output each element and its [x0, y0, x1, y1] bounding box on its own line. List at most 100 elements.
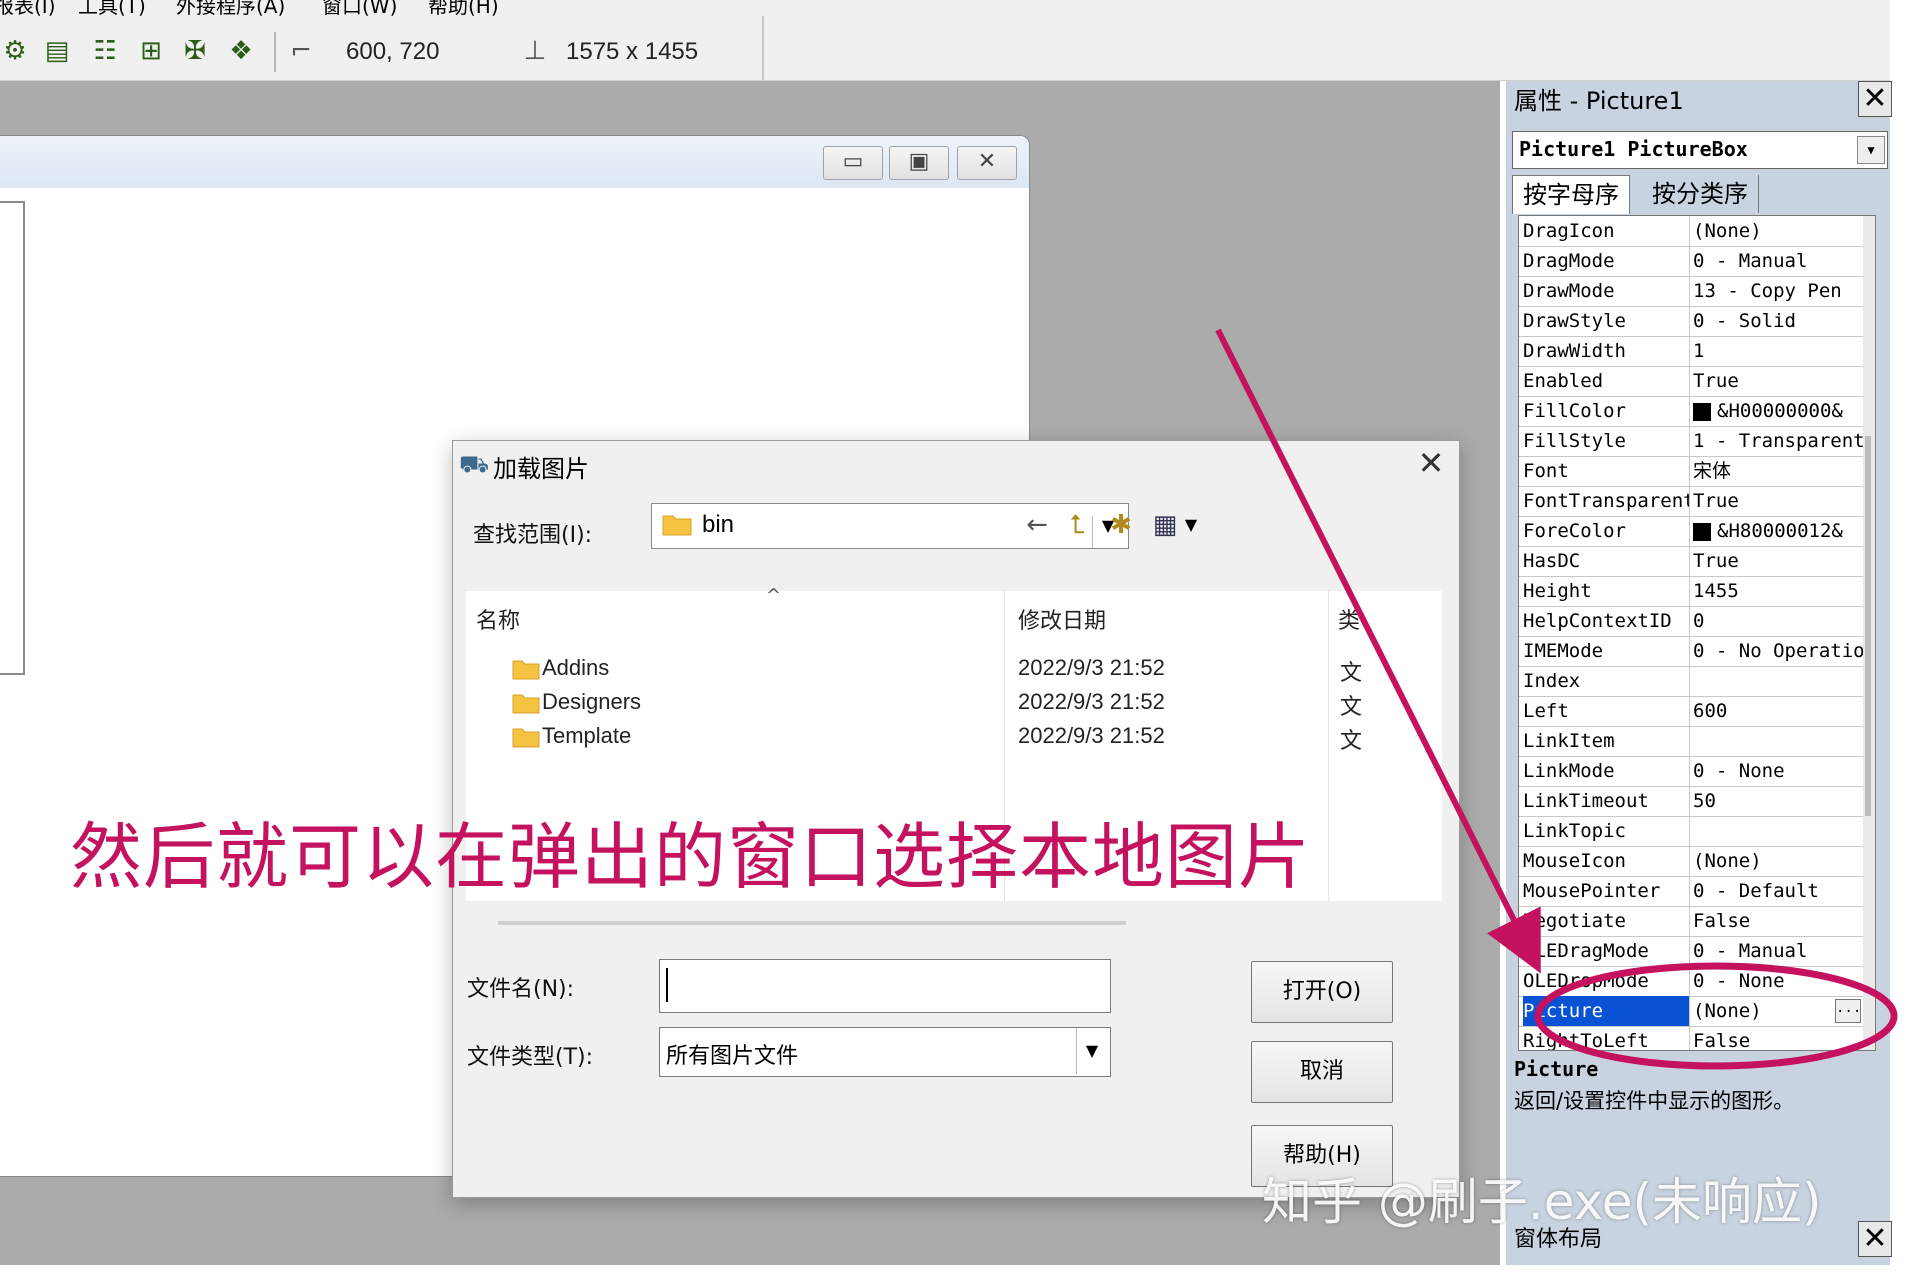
property-row[interactable]: LinkTimeout 50 — [1519, 786, 1863, 817]
property-value[interactable]: True — [1693, 366, 1863, 396]
property-row[interactable]: IMEMode 0 - No Operation — [1519, 636, 1863, 667]
property-value[interactable]: 13 - Copy Pen — [1693, 276, 1863, 306]
property-value[interactable]: &H80000012& — [1693, 516, 1863, 546]
property-row[interactable]: FillStyle 1 - Transparent — [1519, 426, 1863, 457]
property-value[interactable]: 0 — [1693, 606, 1863, 636]
property-value[interactable]: 50 — [1693, 786, 1863, 816]
ellipsis-button[interactable]: ... — [1835, 999, 1861, 1023]
menu-item-window[interactable]: 窗口(W) — [322, 0, 397, 16]
property-value[interactable] — [1693, 726, 1863, 756]
object-browser-icon[interactable]: ❖ — [226, 36, 256, 66]
filename-input[interactable] — [659, 959, 1111, 1013]
property-value[interactable]: 1 — [1693, 336, 1863, 366]
property-value[interactable]: 1 - Transparent — [1693, 426, 1863, 456]
scroll-thumb[interactable] — [1865, 436, 1871, 816]
back-arrow-icon[interactable]: ← — [1019, 507, 1055, 543]
filetype-dropdown[interactable]: 所有图片文件 ▼ — [659, 1027, 1111, 1077]
list-item[interactable]: Addins 2022/9/3 21:52 文 — [466, 653, 1442, 687]
picturebox-control[interactable] — [0, 201, 25, 675]
property-row[interactable]: Left 600 — [1519, 696, 1863, 727]
property-row[interactable]: Picture (None)... — [1519, 996, 1863, 1027]
menu-editor-icon[interactable]: ☷ — [90, 36, 120, 66]
property-value[interactable]: (None) — [1693, 216, 1863, 246]
property-row[interactable]: LinkItem — [1519, 726, 1863, 757]
tab-alphabetic[interactable]: 按字母序 — [1512, 175, 1630, 214]
object-selector[interactable]: Picture1 PictureBox ▼ — [1512, 131, 1888, 169]
property-value[interactable]: 0 - None — [1693, 756, 1863, 786]
chevron-down-icon[interactable]: ▼ — [1173, 507, 1209, 543]
tab-categorized[interactable]: 按分类序 — [1642, 175, 1759, 213]
property-row[interactable]: Enabled True — [1519, 366, 1863, 397]
property-row[interactable]: DrawMode 13 - Copy Pen — [1519, 276, 1863, 307]
form-titlebar[interactable]: ▭ ▣ ✕ — [0, 136, 1029, 188]
menu-item-addins[interactable]: 外接程序(A) — [176, 0, 285, 16]
property-value[interactable]: 0 - None — [1693, 966, 1863, 996]
property-row[interactable]: FillColor &H00000000& — [1519, 396, 1863, 427]
property-row[interactable]: ForeColor &H80000012& — [1519, 516, 1863, 547]
up-folder-icon[interactable]: ⮤ — [1059, 507, 1095, 543]
form-layout-icon[interactable]: ⊞ — [136, 36, 166, 66]
property-row[interactable]: DrawStyle 0 - Solid — [1519, 306, 1863, 337]
property-value[interactable] — [1693, 666, 1863, 696]
chevron-down-icon[interactable]: ▼ — [1857, 136, 1885, 164]
property-value[interactable]: True — [1693, 546, 1863, 576]
property-row[interactable]: OLEDragMode 0 - Manual — [1519, 936, 1863, 967]
property-value[interactable]: False — [1693, 1026, 1863, 1050]
property-value[interactable]: 0 - Default — [1693, 876, 1863, 906]
column-header-name[interactable]: 名称 — [476, 603, 520, 635]
property-value[interactable]: 0 - Manual — [1693, 936, 1863, 966]
property-row[interactable]: LinkMode 0 - None — [1519, 756, 1863, 787]
property-row[interactable]: FontTransparent True — [1519, 486, 1863, 517]
properties-close-button[interactable]: ✕ — [1858, 81, 1892, 117]
property-value[interactable]: False — [1693, 906, 1863, 936]
new-folder-icon[interactable]: ✱ — [1103, 507, 1139, 543]
vertical-scrollbar[interactable] — [1863, 216, 1875, 1050]
properties-icon[interactable]: ▤ — [42, 36, 72, 66]
list-item[interactable]: Template 2022/9/3 21:52 文 — [466, 721, 1442, 755]
property-value[interactable]: True — [1693, 486, 1863, 516]
property-row[interactable]: Negotiate False — [1519, 906, 1863, 937]
toolbox-icon[interactable]: ✠ — [180, 36, 210, 66]
property-value[interactable]: (None)... — [1693, 996, 1863, 1026]
close-button[interactable]: ✕ — [957, 146, 1017, 180]
cancel-button[interactable]: 取消 — [1251, 1041, 1393, 1103]
property-row[interactable]: DragIcon (None) — [1519, 216, 1863, 247]
property-row[interactable]: OLEDropMode 0 - None — [1519, 966, 1863, 997]
form-layout-close-button[interactable]: ✕ — [1858, 1221, 1892, 1257]
property-value[interactable]: 1455 — [1693, 576, 1863, 606]
maximize-button[interactable]: ▣ — [889, 146, 949, 180]
column-header-modified[interactable]: 修改日期 — [1018, 603, 1106, 635]
property-row[interactable]: Height 1455 — [1519, 576, 1863, 607]
property-grid[interactable]: DragIcon (None) DragMode 0 - Manual DrawMode… — [1518, 215, 1876, 1051]
property-row[interactable]: DragMode 0 - Manual — [1519, 246, 1863, 277]
property-value[interactable]: &H00000000& — [1693, 396, 1863, 426]
column-header-type[interactable]: 类 — [1338, 603, 1360, 635]
list-item[interactable]: Designers 2022/9/3 21:52 文 — [466, 687, 1442, 721]
property-row[interactable]: RightToLeft False — [1519, 1026, 1863, 1050]
open-button[interactable]: 打开(O) — [1251, 961, 1393, 1023]
dialog-close-button[interactable]: ✕ — [1411, 443, 1451, 483]
menu-item-tools[interactable]: 工具(T) — [78, 0, 146, 16]
property-value[interactable] — [1693, 816, 1863, 846]
minimize-button[interactable]: ▭ — [823, 146, 883, 180]
chevron-down-icon[interactable]: ▼ — [1076, 1028, 1107, 1074]
property-value[interactable]: 宋体 — [1693, 456, 1863, 486]
menu-item-help[interactable]: 帮助(H) — [428, 0, 499, 16]
menu-item-report[interactable]: 报表(I) — [0, 0, 56, 16]
horizontal-scrollbar[interactable] — [498, 921, 1126, 925]
property-row[interactable]: HasDC True — [1519, 546, 1863, 577]
property-row[interactable]: HelpContextID 0 — [1519, 606, 1863, 637]
property-row[interactable]: DrawWidth 1 — [1519, 336, 1863, 367]
property-value[interactable]: (None) — [1693, 846, 1863, 876]
property-row[interactable]: Index — [1519, 666, 1863, 697]
property-row[interactable]: LinkTopic — [1519, 816, 1863, 847]
lookin-dropdown[interactable]: bin ▼ — [651, 503, 1129, 549]
property-value[interactable]: 0 - Solid — [1693, 306, 1863, 336]
property-row[interactable]: Font 宋体 — [1519, 456, 1863, 487]
data-view-icon[interactable]: ⚙ — [0, 36, 30, 66]
property-row[interactable]: MouseIcon (None) — [1519, 846, 1863, 877]
property-value[interactable]: 0 - Manual — [1693, 246, 1863, 276]
property-value[interactable]: 0 - No Operation — [1693, 636, 1863, 666]
property-row[interactable]: MousePointer 0 - Default — [1519, 876, 1863, 907]
property-value[interactable]: 600 — [1693, 696, 1863, 726]
